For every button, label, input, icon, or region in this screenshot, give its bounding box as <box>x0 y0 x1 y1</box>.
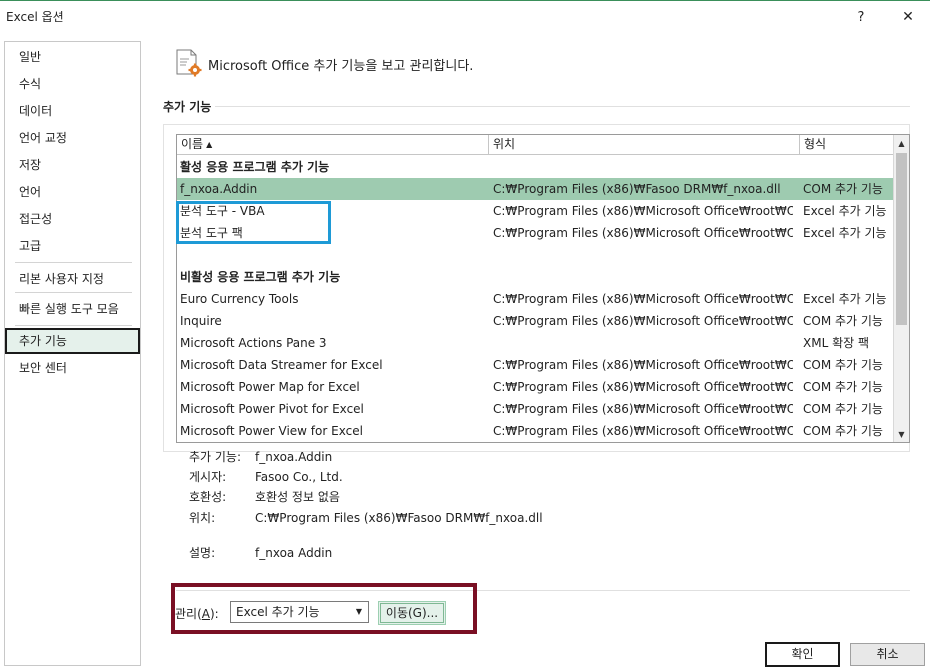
table-row[interactable]: 분석 도구 - VBA C:₩Program Files (x86)₩Micros… <box>177 200 893 222</box>
nav-separator <box>15 292 132 293</box>
nav-item-general[interactable]: 일반 <box>5 44 140 70</box>
scroll-up-icon[interactable]: ▲ <box>894 135 909 151</box>
window-title: Excel 옵션 <box>6 10 64 24</box>
group-header-inactive: 비활성 응용 프로그램 추가 기능 <box>180 270 341 284</box>
cell-type: COM 추가 기능 <box>803 358 883 372</box>
column-header-name[interactable]: 이름 ▲ <box>177 135 489 155</box>
scroll-down-icon[interactable]: ▼ <box>894 426 909 442</box>
cell-location: C:₩Program Files (x86)₩Microsoft Office₩… <box>493 314 793 328</box>
cell-location: C:₩Program Files (x86)₩Microsoft Office₩… <box>493 358 793 372</box>
cell-location: C:₩Program Files (x86)₩Microsoft Office₩… <box>493 226 793 240</box>
cell-type: COM 추가 기능 <box>803 182 883 196</box>
section-title: 추가 기능 <box>163 100 212 114</box>
cell-type: XML 확장 팩 <box>803 336 870 350</box>
cell-name: Microsoft Power View for Excel <box>180 424 363 438</box>
title-bar: Excel 옵션 ? ✕ <box>0 0 930 34</box>
addins-document-gear-icon <box>176 49 202 77</box>
ok-button[interactable]: 확인 <box>765 642 840 667</box>
sort-ascending-icon: ▲ <box>206 140 213 149</box>
nav-item-quick-access-toolbar[interactable]: 빠른 실행 도구 모음 <box>5 296 140 322</box>
nav-item-proofing[interactable]: 언어 교정 <box>5 125 140 151</box>
options-nav: 일반 수식 데이터 언어 교정 저장 언어 접근성 고급리본 사용자 지정빠른 실행 도구 모… <box>4 41 141 666</box>
nav-separator <box>15 262 132 263</box>
table-row[interactable]: Euro Currency Tools C:₩Program Files (x86… <box>177 288 893 310</box>
cell-name: f_nxoa.Addin <box>180 182 258 196</box>
nav-separator <box>15 325 132 326</box>
table-row[interactable]: Microsoft Power Map for Excel C:₩Program … <box>177 376 893 398</box>
nav-item-customize-ribbon[interactable]: 리본 사용자 지정 <box>5 266 140 292</box>
section-divider <box>215 106 910 107</box>
cancel-button[interactable]: 취소 <box>850 643 925 666</box>
cell-name: Euro Currency Tools <box>180 292 299 306</box>
cell-type: COM 추가 기능 <box>803 424 883 438</box>
table-row[interactable]: Inquire C:₩Program Files (x86)₩Microsoft … <box>177 310 893 332</box>
cell-location: C:₩Program Files (x86)₩Fasoo DRM₩f_nxoa.… <box>493 182 781 196</box>
nav-item-advanced[interactable]: 고급 <box>5 233 140 259</box>
table-row[interactable]: Microsoft Power Pivot for Excel C:₩Progra… <box>177 398 893 420</box>
page-description: Microsoft Office 추가 기능을 보고 관리합니다. <box>208 59 474 74</box>
nav-item-data[interactable]: 데이터 <box>5 98 140 124</box>
cell-type: Excel 추가 기능 <box>803 204 887 218</box>
cell-location: C:₩Program Files (x86)₩Microsoft Office₩… <box>493 380 793 394</box>
manage-highlight <box>171 583 477 634</box>
cell-name: Inquire <box>180 314 222 328</box>
cell-location: C:₩Program Files (x86)₩Microsoft Office₩… <box>493 204 793 218</box>
cell-location: C:₩Program Files (x86)₩Microsoft Office₩… <box>493 292 793 306</box>
nav-item-trust-center[interactable]: 보안 센터 <box>5 355 140 381</box>
scrollbar-thumb[interactable] <box>896 153 907 325</box>
addins-table: 이름 ▲ 위치 형식 활성 응용 프로그램 추가 기능 f_nxoa.Addin C:… <box>176 134 910 443</box>
nav-item-addins[interactable]: 추가 기능 <box>5 328 140 354</box>
cell-name: Microsoft Data Streamer for Excel <box>180 358 383 372</box>
cell-name: 분석 도구 팩 <box>180 226 243 240</box>
nav-item-language[interactable]: 언어 <box>5 179 140 205</box>
table-row[interactable]: f_nxoa.Addin C:₩Program Files (x86)₩Fasoo… <box>177 178 893 200</box>
cell-name: Microsoft Power Map for Excel <box>180 380 360 394</box>
vertical-scrollbar[interactable]: ▲ ▼ <box>893 135 909 442</box>
help-button[interactable]: ? <box>846 5 876 29</box>
cell-location: C:₩Program Files (x86)₩Microsoft Office₩… <box>493 402 793 416</box>
table-row[interactable]: 분석 도구 팩 C:₩Program Files (x86)₩Microsoft … <box>177 222 893 244</box>
table-row[interactable]: Microsoft Power View for Excel C:₩Program… <box>177 420 893 442</box>
nav-item-formulas[interactable]: 수식 <box>5 71 140 97</box>
column-header-type[interactable]: 형식 <box>800 135 893 155</box>
cell-type: COM 추가 기능 <box>803 380 883 394</box>
column-header-location[interactable]: 위치 <box>489 135 800 155</box>
group-header-active: 활성 응용 프로그램 추가 기능 <box>180 160 330 174</box>
table-row[interactable]: Microsoft Data Streamer for Excel C:₩Prog… <box>177 354 893 376</box>
cell-name: Microsoft Actions Pane 3 <box>180 336 327 350</box>
nav-item-accessibility[interactable]: 접근성 <box>5 206 140 232</box>
table-row[interactable]: Microsoft Actions Pane 3 XML 확장 팩 <box>177 332 893 354</box>
cell-location: C:₩Program Files (x86)₩Microsoft Office₩… <box>493 424 793 438</box>
cell-type: COM 추가 기능 <box>803 314 883 328</box>
cell-name: 분석 도구 - VBA <box>180 204 265 218</box>
table-header: 이름 ▲ 위치 형식 <box>177 135 893 155</box>
nav-item-save[interactable]: 저장 <box>5 152 140 178</box>
cell-name: Microsoft Power Pivot for Excel <box>180 402 364 416</box>
cell-type: Excel 추가 기능 <box>803 292 887 306</box>
cell-type: Excel 추가 기능 <box>803 226 887 240</box>
close-button[interactable]: ✕ <box>893 5 923 29</box>
cell-type: COM 추가 기능 <box>803 402 883 416</box>
